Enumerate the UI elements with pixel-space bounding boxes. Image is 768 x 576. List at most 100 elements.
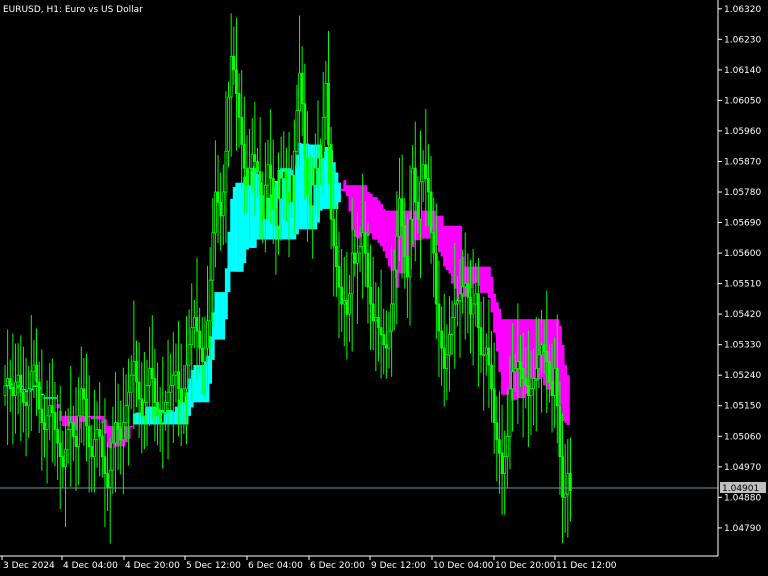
candle-body xyxy=(177,371,181,390)
candle-body xyxy=(16,374,20,383)
candle-body xyxy=(553,367,557,396)
candle-body xyxy=(316,157,320,169)
candle-body xyxy=(200,347,204,363)
candle-body xyxy=(253,154,257,162)
cloud-segment xyxy=(359,185,363,237)
candle-body xyxy=(377,317,380,329)
candle-body xyxy=(213,191,217,234)
candle-body xyxy=(484,347,488,356)
candle-body xyxy=(135,361,138,383)
candle-body xyxy=(550,381,554,397)
candle-body xyxy=(111,442,115,471)
cloud-segment xyxy=(348,185,352,212)
candle-body xyxy=(398,198,401,237)
candle-body xyxy=(6,378,9,386)
price-tick-label: 1.05420 xyxy=(724,310,761,320)
candle-body xyxy=(266,164,270,186)
cloud-segment xyxy=(506,319,510,395)
cloud-segment xyxy=(493,293,497,333)
candle-body xyxy=(19,374,23,393)
candle-body xyxy=(340,286,344,305)
cloud-segment xyxy=(167,410,171,425)
cloud-segment xyxy=(380,203,384,247)
candle-body xyxy=(534,367,538,379)
candle-body xyxy=(440,330,444,349)
current-price-label: 1.04901 xyxy=(720,482,766,494)
cloud-segment xyxy=(324,147,328,209)
candle-body xyxy=(140,398,144,417)
candle-body xyxy=(100,435,104,458)
cloud-segment xyxy=(340,188,344,192)
price-tick-label: 1.05330 xyxy=(724,341,761,351)
candle-body xyxy=(334,245,338,268)
cloud-segment xyxy=(501,319,505,395)
candle-body xyxy=(442,347,446,369)
candle-body xyxy=(455,300,459,305)
cloud-segment xyxy=(88,415,92,418)
time-tick-label: 3 Dec 2024 xyxy=(3,561,55,571)
price-tick-label: 1.06050 xyxy=(724,96,761,106)
cloud-segment xyxy=(377,200,381,243)
candle-body xyxy=(390,303,394,332)
price-tick-label: 1.05510 xyxy=(724,280,761,290)
candle-body xyxy=(234,69,238,95)
time-tick-label: 11 Dec 12:00 xyxy=(556,561,617,571)
cloud-segment xyxy=(343,180,347,192)
candle-body xyxy=(411,167,415,220)
candle-body xyxy=(3,384,7,396)
time-tick-label: 6 Dec 20:00 xyxy=(310,561,365,571)
candle-body xyxy=(337,266,341,288)
price-tick-label: 1.05690 xyxy=(724,219,761,229)
candle-body xyxy=(453,303,457,318)
candle-body xyxy=(450,317,454,335)
candle-body xyxy=(87,425,91,447)
price-tick-label: 1.05150 xyxy=(724,402,761,412)
candle-body xyxy=(311,184,315,206)
candle-body xyxy=(392,269,396,305)
cloud-segment xyxy=(487,266,491,298)
candle-body xyxy=(429,191,433,234)
candle-body xyxy=(279,177,283,200)
cloud-segment xyxy=(485,266,489,293)
candle-body xyxy=(324,83,328,118)
candle-body xyxy=(206,320,209,349)
candle-body xyxy=(419,181,422,220)
candle-body xyxy=(342,300,346,305)
time-tick-label: 10 Dec 20:00 xyxy=(495,561,556,571)
candle-body xyxy=(58,442,62,458)
cloud-segment xyxy=(388,210,391,267)
candle-body xyxy=(345,300,349,315)
cloud-segment xyxy=(345,185,349,197)
candle-body xyxy=(40,408,44,424)
candle-body xyxy=(500,452,504,475)
candle-body xyxy=(195,317,199,332)
candle-body xyxy=(250,154,254,169)
candle-body xyxy=(93,439,96,458)
price-chart[interactable]: 1.06320 1.06230 1.06140 1.06050 1.05960 1.058… xyxy=(0,0,768,576)
candle-body xyxy=(287,191,291,203)
cloud-segment xyxy=(564,365,568,423)
candle-body xyxy=(508,388,512,437)
candle-body xyxy=(542,344,546,352)
candle-body xyxy=(490,364,493,390)
candle-body xyxy=(497,439,501,454)
candle-body xyxy=(32,364,36,373)
candle-body xyxy=(300,72,304,105)
candle-body xyxy=(27,388,31,407)
price-tick-label: 1.05240 xyxy=(724,371,761,381)
candle-body xyxy=(350,252,354,295)
candle-body xyxy=(282,171,286,179)
candle-body xyxy=(187,344,191,366)
candle-body xyxy=(127,391,130,407)
candle-body xyxy=(371,303,375,322)
candle-body xyxy=(77,415,80,447)
cloud-segment xyxy=(503,319,507,395)
candle-body xyxy=(421,164,425,183)
candle-body xyxy=(98,429,102,437)
candle-body xyxy=(426,177,430,193)
candle-body xyxy=(432,232,436,254)
candle-body xyxy=(132,361,136,376)
candle-body xyxy=(108,469,112,488)
cloud-segment xyxy=(246,175,249,250)
cloud-segment xyxy=(174,406,178,425)
